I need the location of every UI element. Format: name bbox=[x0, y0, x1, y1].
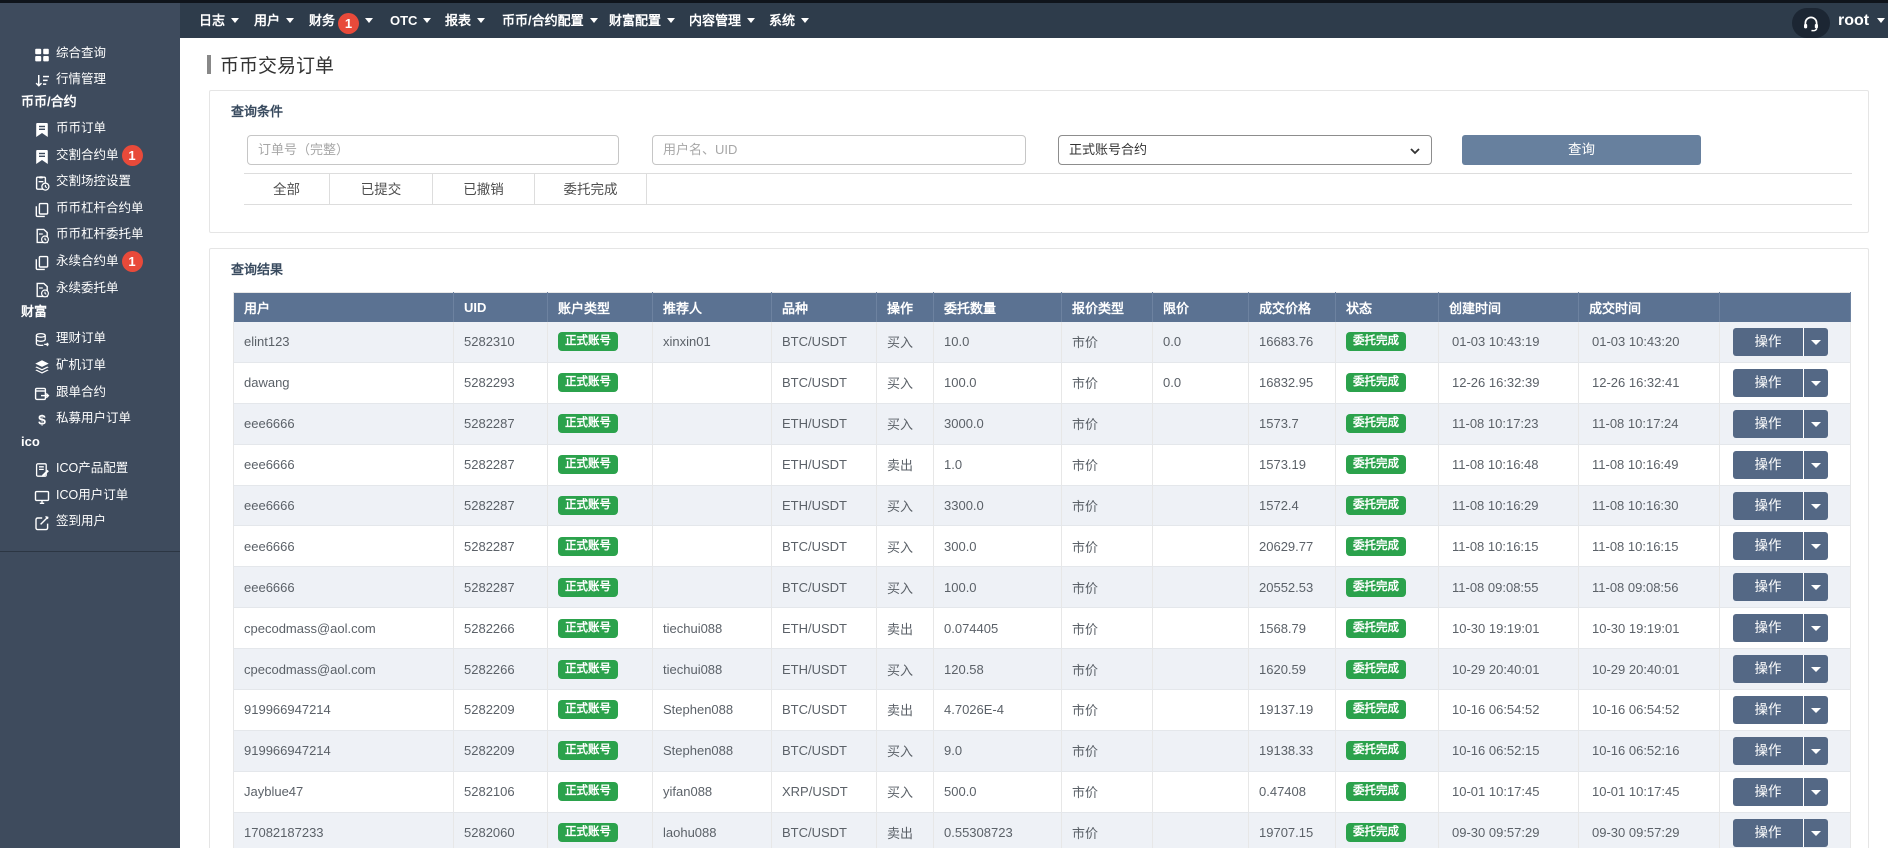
svg-text:$: $ bbox=[38, 412, 46, 428]
